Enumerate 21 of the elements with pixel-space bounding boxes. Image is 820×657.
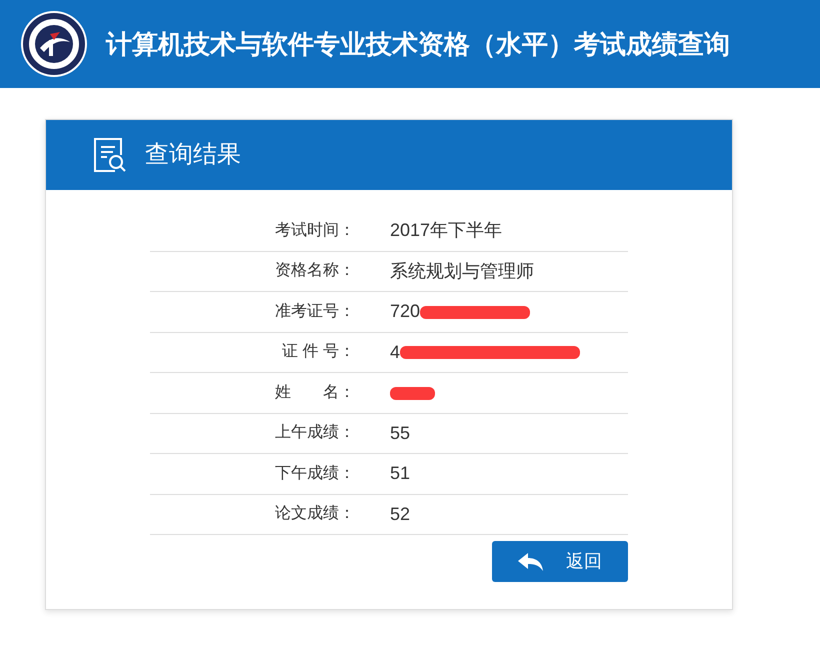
reply-arrow-icon [518,552,544,572]
field-value: 2017年下半年 [390,219,502,242]
field-label: 姓 名： [274,382,355,403]
field-label: 资格名称： [274,261,355,282]
field-label: 下午成绩： [274,464,355,484]
document-search-icon [93,137,127,173]
field-value: 4 [390,340,400,364]
field-label: 证 件 号： [281,342,355,362]
field-value: 720 [390,300,420,324]
page-title: 计算机技术与软件专业技术资格（水平）考试成绩查询 [106,28,730,60]
back-button[interactable]: 返回 [492,541,628,582]
field-value: 51 [390,462,410,486]
field-label: 准考证号： [274,302,355,322]
field-label: 论文成绩： [274,504,355,524]
field-value: 55 [390,422,410,445]
logo-icon [20,10,88,78]
field-label: 考试时间： [274,220,355,241]
field-label: 上午成绩： [274,422,355,444]
card-title: 查询结果 [145,140,241,170]
field-value: 52 [390,502,410,526]
field-value: 系统规划与管理师 [390,260,534,283]
